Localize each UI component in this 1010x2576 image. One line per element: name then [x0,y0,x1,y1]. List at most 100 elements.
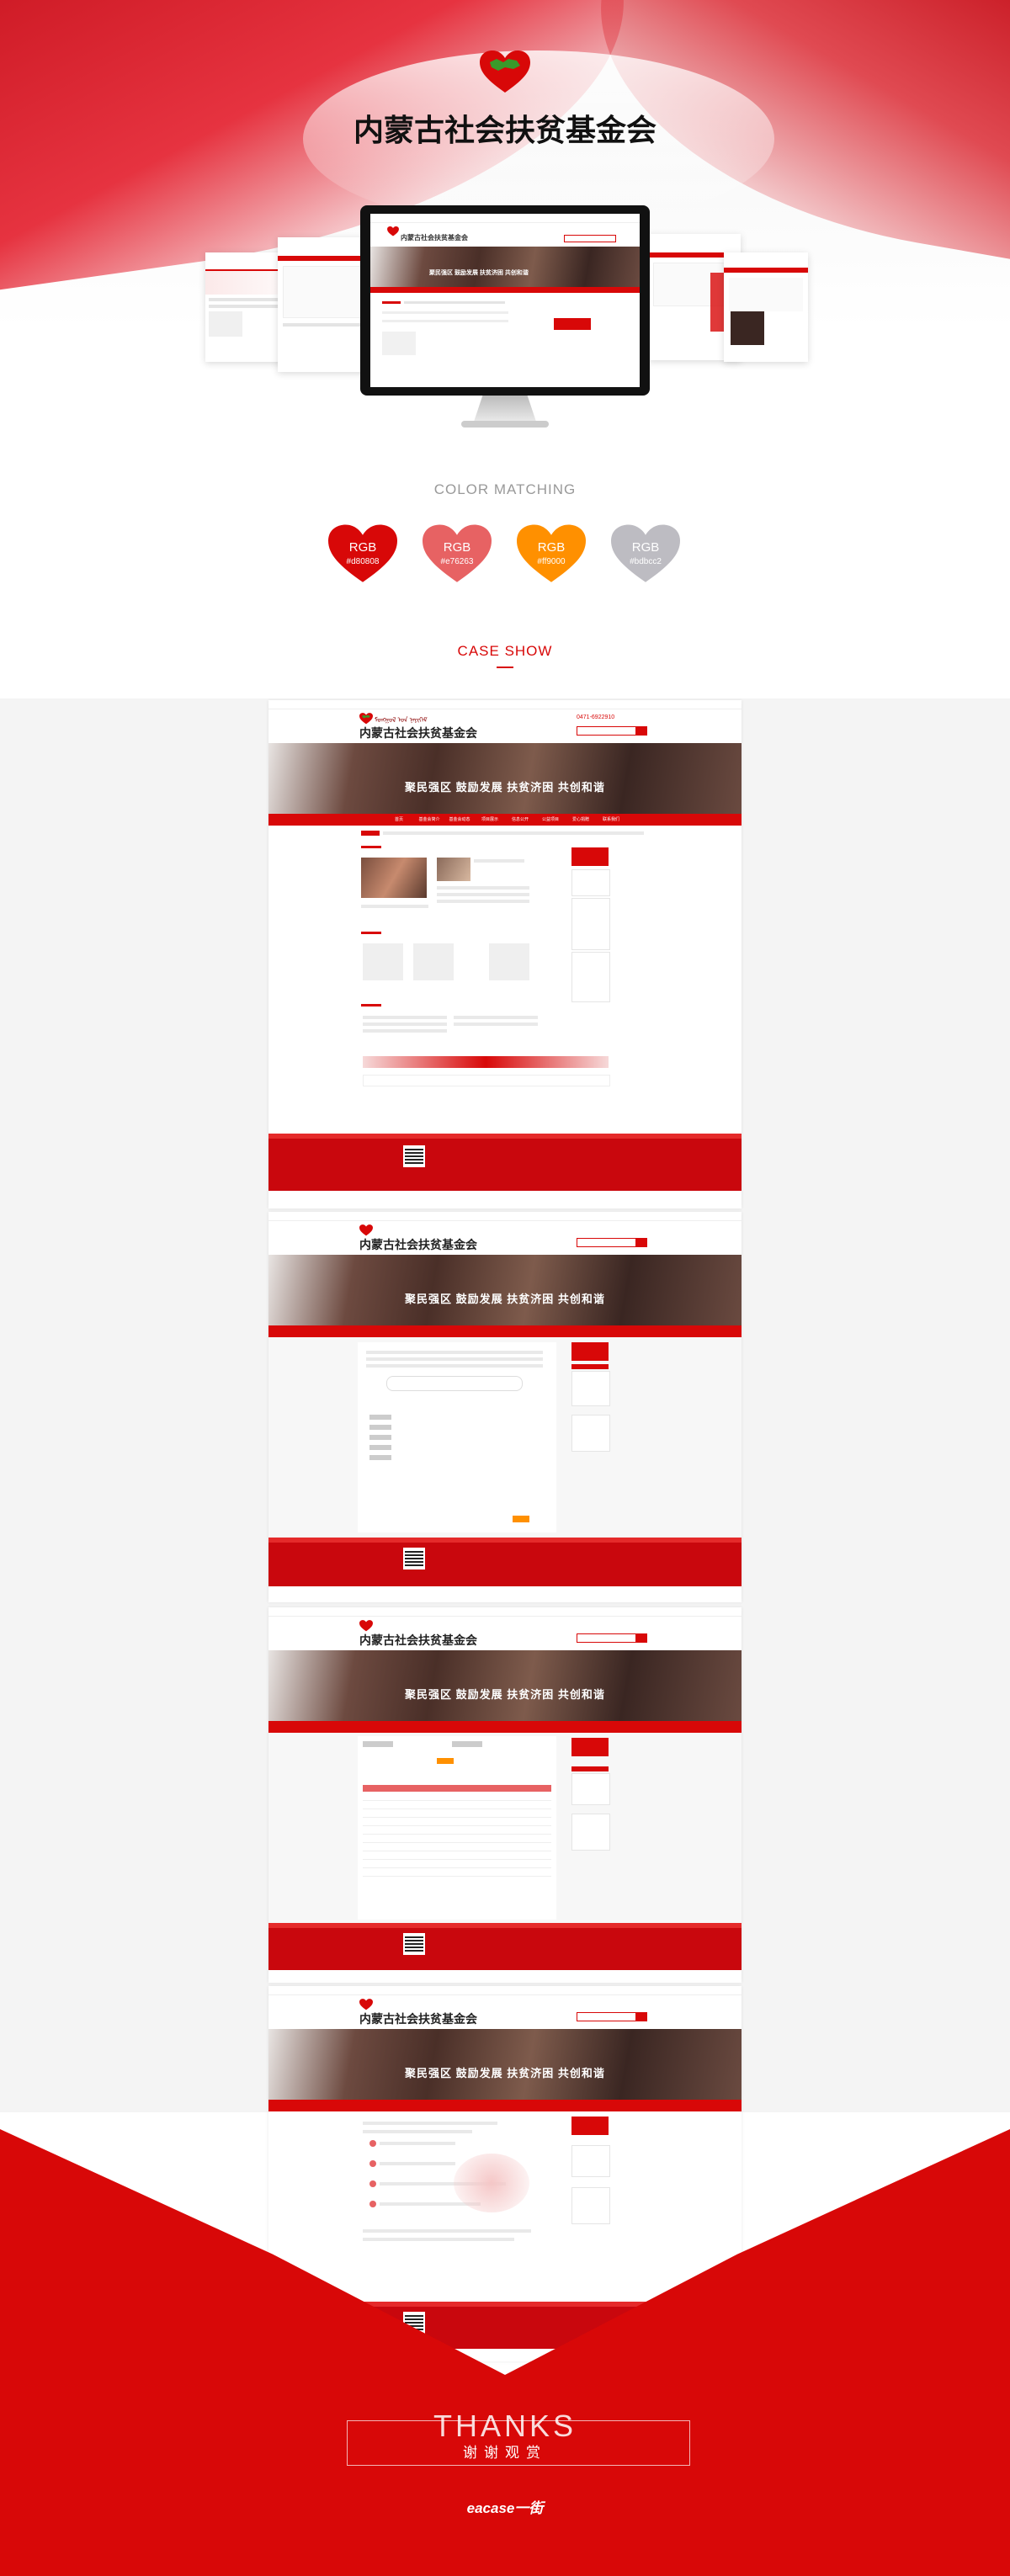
list-line [454,1016,538,1019]
search-button[interactable] [635,1633,647,1643]
site-footer [268,1538,742,1586]
monitor-brand: 内蒙古社会扶贫基金会 [401,233,468,242]
table-row [363,1802,551,1809]
online-donate-box[interactable] [571,847,609,866]
site-footer [268,1134,742,1191]
filter-field[interactable] [363,1741,393,1747]
notice-label [361,831,380,836]
form-label [369,1435,391,1440]
nav-item[interactable]: 基金会动态 [444,814,475,826]
mongolian-script: ᠮᠣᠩᠭᠣᠯ ᠤᠨ ᠨᠡᠶᠢᠭᠡᠮ [375,716,428,724]
online-donate-box[interactable] [571,1342,609,1361]
home-content [268,826,742,1134]
swatch-label: RGB [348,540,377,555]
qr-code [403,1145,425,1167]
form-label [369,1455,391,1460]
side-menu [571,1371,610,1406]
contact-content [268,2111,742,2302]
case-show-underline [497,667,513,668]
news-line [361,905,428,908]
case-show-title: CASE SHOW [457,643,553,659]
banner-slogan: 聚民强区 鼓励发展 扶贫济困 共创和谐 [405,1293,605,1305]
nav-item[interactable]: 爱心捐赠 [566,814,596,826]
nav-item[interactable]: 基金会简介 [414,814,444,826]
side-menu-active[interactable] [571,1364,609,1369]
project-image [413,943,454,980]
list-line [363,1022,447,1026]
nav-item[interactable]: 信息公开 [505,814,535,826]
bullet-icon [369,2201,376,2207]
amount-input[interactable] [386,1376,523,1391]
contact-line [363,2229,531,2233]
table-row [363,1869,551,1877]
case-home-page: ᠮᠣᠩᠭᠣᠯ ᠤᠨ ᠨᠡᠶᠢᠭᠡᠮ 内蒙古社会扶贫基金会 0471-692291… [268,700,742,1208]
heart-logo-icon [387,226,399,236]
contact-line [363,2238,514,2241]
heart-hands-graphic [454,2154,529,2212]
contact-box [571,952,610,1002]
project-image [363,943,403,980]
list-line [363,1016,447,1019]
search-button[interactable] [635,726,647,736]
search-input[interactable] [577,2012,641,2021]
intro-line [366,1357,543,1361]
notice-line [383,831,644,835]
search-input[interactable] [577,1633,641,1643]
news-line [437,893,529,896]
swatch-label: RGB [537,540,566,555]
heart-logo-icon [480,50,530,93]
search-button[interactable] [635,2012,647,2021]
donate-content [268,1337,742,1538]
news-image [361,858,427,898]
section-marker [361,846,381,848]
query-button[interactable] [437,1758,454,1764]
thanks-subtitle: 谢谢观赏 [463,2445,547,2461]
preview-left-2 [278,237,370,372]
search-button[interactable] [635,1238,647,1247]
table-row [363,1835,551,1843]
intro-line [366,1351,543,1354]
side-menu-active[interactable] [571,1766,609,1771]
online-donate-box[interactable] [571,1738,609,1756]
list-line [363,1029,447,1033]
table-row [363,1844,551,1851]
nav-item[interactable]: 项目展示 [475,814,505,826]
project-image [489,943,529,980]
links-box [571,898,610,950]
side-menu [571,1773,610,1805]
designer-credit: eacase一街 [466,2500,544,2516]
heart-swatch-grey [611,524,680,582]
monitor-stand [473,396,537,424]
main-nav [268,1325,742,1337]
main-nav [268,1721,742,1733]
news-line [437,886,529,890]
nav-item[interactable]: 公益项目 [535,814,566,826]
nav-item[interactable]: 首页 [384,814,414,826]
site-header: ᠮᠣᠩᠭᠣᠯ ᠤᠨ ᠨᠡᠶᠢᠭᠡᠮ 内蒙古社会扶贫基金会 0471-692291… [268,709,742,743]
section-marker [361,932,381,934]
top-bar [268,1212,742,1221]
partner-links [363,1075,610,1086]
bullet-icon [369,2160,376,2167]
table-row [363,1861,551,1868]
search-input[interactable] [577,726,641,736]
table-row [363,1852,551,1860]
contact-line [363,2122,497,2125]
contact-line [380,2162,455,2165]
qr-code [403,1548,425,1570]
submit-button[interactable] [513,1516,529,1522]
nav-item[interactable]: 联系我们 [596,814,626,826]
bullet-icon [369,2140,376,2147]
search-input[interactable] [577,1238,641,1247]
footer-strip [268,1923,742,1928]
bullet-icon [369,2180,376,2187]
site-brand: 内蒙古社会扶贫基金会 [359,1239,477,1252]
contact-line [380,2142,455,2145]
table-header [363,1785,551,1792]
swatch-code: #bdbcc2 [630,557,662,566]
ad-banner[interactable] [363,1056,609,1068]
heart-logo-icon [359,1620,373,1632]
online-donate-box[interactable] [571,2117,609,2135]
filter-field[interactable] [452,1741,482,1747]
main-nav: 首页 基金会简介 基金会动态 项目展示 信息公开 公益项目 爱心捐赠 联系我们 [268,814,742,826]
